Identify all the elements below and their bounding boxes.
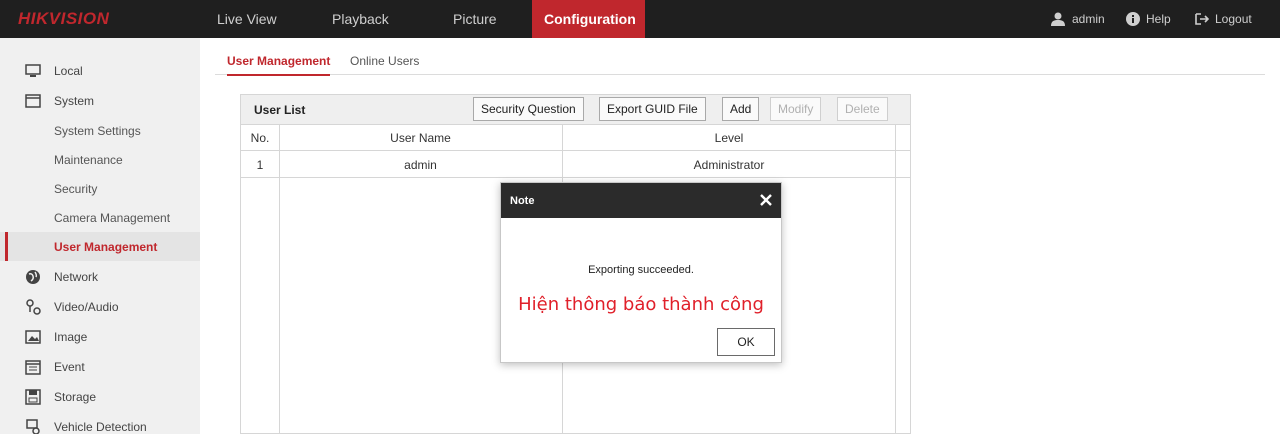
- sidebar-item-network[interactable]: Network: [0, 262, 200, 291]
- video-audio-icon: [24, 298, 42, 316]
- sidebar-item-label: Camera Management: [54, 210, 171, 225]
- sidebar-item-label: Video/Audio: [54, 299, 119, 314]
- cell-user-name: admin: [404, 158, 437, 172]
- sidebar-item-storage[interactable]: Storage: [0, 382, 200, 411]
- table-header: No. User Name Level: [241, 125, 910, 151]
- hikvision-logo: HIKVISION: [18, 9, 110, 28]
- ok-button[interactable]: OK: [717, 328, 775, 356]
- nav-configuration[interactable]: Configuration: [532, 0, 645, 38]
- sidebar-item-system-settings[interactable]: System Settings: [0, 116, 200, 145]
- logout-label: Logout: [1215, 12, 1252, 26]
- export-guid-file-button[interactable]: Export GUID File: [599, 97, 706, 121]
- tab-bar: User Management Online Users: [215, 48, 1265, 76]
- add-user-button[interactable]: Add: [722, 97, 760, 121]
- sidebar-item-label: System Settings: [54, 123, 141, 138]
- tab-online-users[interactable]: Online Users: [350, 54, 419, 74]
- modify-user-button[interactable]: Modify: [770, 97, 822, 121]
- vehicle-detection-icon: [24, 418, 42, 434]
- info-icon: [1126, 12, 1140, 26]
- sidebar-item-label: Storage: [54, 389, 97, 404]
- monitor-icon: [24, 62, 42, 80]
- system-window-icon: [24, 92, 42, 110]
- table-row[interactable]: 1 admin Administrator: [241, 151, 910, 178]
- column-header-user-name: User Name: [390, 131, 451, 145]
- sidebar-item-label: Network: [54, 269, 99, 284]
- note-dialog: Note Exporting succeeded. Hiện thông báo…: [500, 182, 782, 363]
- delete-user-button[interactable]: Delete: [837, 97, 888, 121]
- sidebar-item-label: Maintenance: [54, 152, 123, 167]
- sidebar-item-security[interactable]: Security: [0, 174, 200, 203]
- dialog-header: Note: [501, 183, 781, 218]
- sidebar-item-event[interactable]: Event: [0, 352, 200, 381]
- top-navigation-bar: HIKVISION Live View Playback Picture Con…: [0, 0, 1280, 38]
- column-header-level: Level: [714, 131, 744, 145]
- security-question-button[interactable]: Security Question: [473, 97, 584, 121]
- sidebar-item-vehicle-detection[interactable]: Vehicle Detection: [0, 412, 200, 434]
- sidebar-item-system[interactable]: System: [0, 86, 200, 115]
- sidebar-item-label: User Management: [54, 239, 158, 254]
- column-divider: [279, 125, 280, 434]
- sidebar-item-label: Event: [54, 359, 85, 374]
- nav-live-view[interactable]: Live View: [205, 0, 289, 38]
- tab-user-management[interactable]: User Management: [227, 54, 331, 76]
- dialog-title: Note: [510, 195, 535, 207]
- cell-level: Administrator: [693, 158, 765, 172]
- sidebar-item-video-audio[interactable]: Video/Audio: [0, 292, 200, 321]
- user-menu[interactable]: admin: [1050, 0, 1105, 38]
- calendar-icon: [24, 358, 42, 376]
- sidebar-item-camera-management[interactable]: Camera Management: [0, 203, 200, 232]
- sidebar-item-local[interactable]: Local: [0, 56, 200, 85]
- annotation-text: Hiện thông báo thành công: [518, 294, 764, 315]
- column-divider: [895, 125, 896, 434]
- sidebar-item-user-management[interactable]: User Management: [0, 232, 200, 261]
- logout-icon: [1195, 13, 1209, 25]
- sidebar-item-label: Local: [54, 63, 83, 78]
- help-label: Help: [1146, 12, 1171, 26]
- sidebar-item-maintenance[interactable]: Maintenance: [0, 145, 200, 174]
- sidebar-item-label: System: [54, 93, 95, 108]
- nav-picture[interactable]: Picture: [441, 0, 509, 38]
- cell-no: 1: [256, 158, 264, 172]
- user-list-header: User List Security Question Export GUID …: [241, 95, 910, 125]
- dialog-message: Exporting succeeded.: [588, 264, 694, 276]
- sidebar-item-label: Security: [54, 181, 98, 196]
- nav-playback[interactable]: Playback: [320, 0, 401, 38]
- user-icon: [1050, 12, 1066, 26]
- close-icon[interactable]: [759, 193, 773, 207]
- sidebar-item-label: Vehicle Detection: [54, 419, 147, 434]
- sidebar-item-image[interactable]: Image: [0, 322, 200, 351]
- globe-icon: [24, 268, 42, 286]
- image-icon: [24, 328, 42, 346]
- logout-link[interactable]: Logout: [1195, 0, 1252, 38]
- user-list-title: User List: [254, 103, 306, 117]
- username-label: admin: [1072, 12, 1105, 26]
- column-header-no: No.: [250, 131, 270, 145]
- help-link[interactable]: Help: [1126, 0, 1171, 38]
- sidebar: Local System System Settings Maintenance…: [0, 38, 200, 434]
- sidebar-item-label: Image: [54, 329, 88, 344]
- storage-icon: [24, 388, 42, 406]
